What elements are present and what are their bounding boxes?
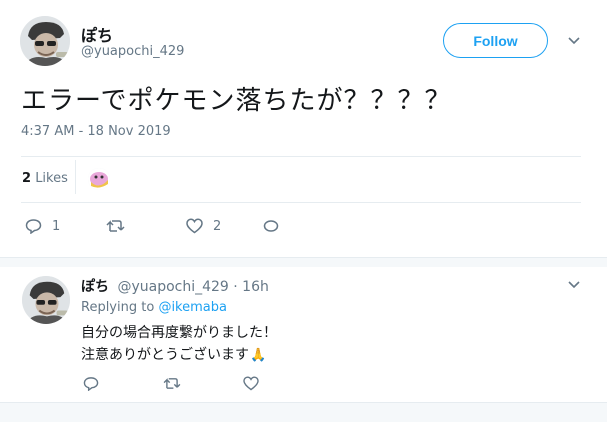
- like-button[interactable]: [243, 376, 259, 391]
- reply-icon: [25, 219, 42, 234]
- author-handle[interactable]: @yuapochi_429: [81, 44, 184, 59]
- reply-text-line: 自分の場合再度繋がりました！: [81, 325, 277, 341]
- divider: [21, 202, 581, 203]
- retweet-icon: [163, 378, 181, 389]
- liker-avatar[interactable]: [88, 168, 110, 190]
- likes-count: 2: [22, 171, 32, 186]
- retweet-button[interactable]: [163, 377, 181, 390]
- reply-text-line: 注意ありがとうございます🙏: [81, 344, 266, 364]
- like-button[interactable]: 2: [186, 218, 221, 234]
- tweet-text: エラーでポケモン落ちたが？？？？: [21, 86, 452, 116]
- reply-button[interactable]: 1: [25, 218, 60, 234]
- retweet-button[interactable]: [106, 219, 135, 233]
- replying-to: Replying to @ikemaba: [81, 300, 227, 315]
- footer-bar: [0, 402, 607, 422]
- chevron-down-icon[interactable]: [567, 280, 581, 290]
- heart-icon: [243, 376, 259, 391]
- reply-author-handle[interactable]: @yuapochi_429: [117, 279, 228, 295]
- likes-label: Likes: [35, 171, 68, 186]
- divider: [21, 156, 581, 157]
- divider: [75, 160, 76, 194]
- likes-stats[interactable]: 2 Likes: [22, 171, 68, 186]
- replying-to-link[interactable]: @ikemaba: [158, 300, 227, 315]
- avatar[interactable]: [20, 16, 70, 66]
- author-name[interactable]: ぽち: [81, 22, 113, 46]
- retweet-icon: [106, 220, 125, 232]
- reply-author-name[interactable]: ぽち: [81, 279, 109, 295]
- like-count: 2: [213, 218, 222, 234]
- reply-text-line2: 注意ありがとうございます: [81, 347, 249, 363]
- message-icon: [263, 220, 279, 232]
- tweet-timestamp[interactable]: 4:37 AM - 18 Nov 2019: [21, 124, 171, 139]
- section-separator-fill: [0, 258, 607, 267]
- reply-count: 1: [52, 218, 61, 234]
- avatar[interactable]: [22, 276, 70, 324]
- reply-button[interactable]: [83, 376, 99, 391]
- chevron-down-icon[interactable]: [567, 36, 581, 46]
- replying-to-label: Replying to: [81, 300, 155, 315]
- heart-icon: [186, 218, 203, 234]
- reply-header: ぽち @yuapochi_429 · 16h: [81, 276, 269, 296]
- reply-icon: [83, 377, 99, 391]
- direct-message-button[interactable]: [263, 219, 279, 233]
- pray-emoji: 🙏: [250, 348, 267, 363]
- reply-time[interactable]: · 16h: [233, 279, 269, 295]
- follow-button[interactable]: Follow: [443, 23, 548, 58]
